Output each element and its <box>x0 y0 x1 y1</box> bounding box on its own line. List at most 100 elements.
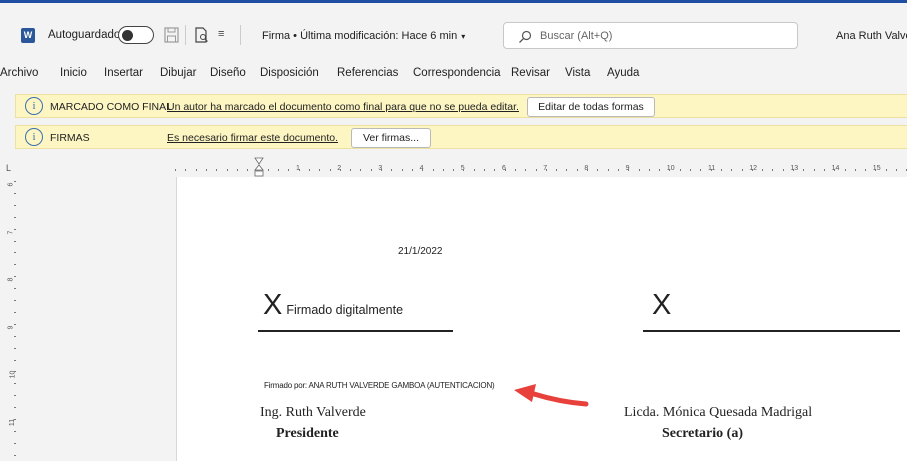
ruler-tick <box>875 169 877 171</box>
tab-insertar[interactable]: Insertar <box>104 67 143 79</box>
tab-revisar[interactable]: Revisar <box>511 67 550 79</box>
save-icon[interactable] <box>164 27 179 43</box>
ruler-tick <box>267 169 269 171</box>
ruler-number: 11 <box>708 165 716 172</box>
ruler-track: 12345678910111213141516 <box>175 160 907 172</box>
tab-dibujar[interactable]: Dibujar <box>160 67 196 79</box>
horizontal-ruler[interactable]: 12345678910111213141516 <box>175 155 907 177</box>
notice-title: FIRMAS <box>50 132 90 144</box>
customize-toolbar-icon[interactable]: ≡ <box>218 28 224 40</box>
ruler-tick <box>278 169 279 171</box>
ruler-tick <box>14 395 16 397</box>
ruler-tick <box>205 169 207 171</box>
ruler-tick <box>762 169 764 171</box>
ruler-tick <box>14 442 16 444</box>
tab-archivo[interactable]: Archivo <box>0 67 38 79</box>
tab-vista[interactable]: Vista <box>565 67 590 79</box>
ruler-tick <box>14 371 16 373</box>
ruler-tick <box>308 169 310 171</box>
final-notice-bar: i MARCADO COMO FINAL Un autor ha marcado… <box>15 94 907 118</box>
vertical-ruler[interactable]: 6 7 8 9 10 11 <box>7 177 22 461</box>
ruler-tick <box>14 430 16 432</box>
ruler-tick <box>14 181 16 182</box>
ruler-tick <box>700 169 702 171</box>
tab-diseno[interactable]: Diseño <box>210 67 246 79</box>
print-preview-icon[interactable] <box>194 27 209 43</box>
ruler-tick <box>823 169 825 171</box>
view-signatures-button[interactable]: Ver firmas... <box>351 128 431 148</box>
ruler-tick <box>14 383 16 385</box>
ruler-tick <box>14 359 16 361</box>
ruler-tick <box>865 169 867 171</box>
ruler-tick <box>535 169 537 171</box>
signature-underline <box>258 330 453 332</box>
signature-x-mark: X <box>652 289 672 321</box>
ruler-tick <box>607 169 609 171</box>
ruler-tick <box>14 204 16 206</box>
ruler-tick <box>576 169 578 171</box>
ruler-tick <box>391 169 393 171</box>
search-box[interactable]: Buscar (Alt+Q) <box>503 22 798 49</box>
tab-referencias[interactable]: Referencias <box>337 67 398 79</box>
toolbar-separator <box>240 25 241 45</box>
ruler-tick <box>350 169 352 171</box>
ruler-tick <box>720 169 722 171</box>
ruler-tick <box>226 169 228 171</box>
ruler-tick <box>690 169 691 171</box>
ruler-tick <box>885 169 887 171</box>
indent-marker-icon[interactable] <box>254 157 264 177</box>
tab-correspondencia[interactable]: Correspondencia <box>413 67 501 79</box>
ruler-tick <box>597 169 599 171</box>
ruler-tick <box>14 192 16 194</box>
ruler-tick <box>494 169 496 171</box>
ruler-tick <box>14 216 16 218</box>
title-bar: W Autoguardado ≡ Firma • Última modifica… <box>0 3 907 53</box>
signer-name-2: Licda. Mónica Quesada Madrigal <box>624 405 813 420</box>
ruler-tick <box>504 169 506 171</box>
signature-line-2[interactable]: X <box>652 289 671 322</box>
ruler-tick <box>556 169 558 171</box>
ribbon-tabs: Archivo Inicio Insertar Dibujar Diseño D… <box>0 53 907 88</box>
ruler-tick <box>14 252 16 254</box>
ruler-tick <box>14 323 16 325</box>
notice-title: MARCADO COMO FINAL <box>50 101 172 113</box>
signed-by-text: Firmado por: ANA RUTH VALVERDE GAMBOA (A… <box>264 381 495 390</box>
ruler-tick <box>432 169 434 171</box>
user-name[interactable]: Ana Ruth Valverde <box>836 30 907 42</box>
ruler-tick <box>329 169 331 171</box>
search-placeholder: Buscar (Alt+Q) <box>540 30 613 42</box>
ruler-tick <box>422 169 424 171</box>
document-title[interactable]: Firma • Última modificación: Hace 6 min ▾ <box>262 30 465 42</box>
ruler-tick <box>288 169 290 171</box>
ruler-tick <box>473 169 475 171</box>
ruler-tick <box>14 300 16 301</box>
ruler-tick <box>628 169 630 171</box>
ruler-tick <box>896 169 897 171</box>
notice-message-link[interactable]: Es necesario firmar este documento. <box>167 132 338 144</box>
tab-ayuda[interactable]: Ayuda <box>607 67 639 79</box>
ruler-tick <box>659 169 661 171</box>
ruler-tick <box>185 169 187 171</box>
ruler-tick <box>381 169 382 171</box>
ruler-tick <box>514 169 516 171</box>
search-icon <box>519 30 532 43</box>
autosave-toggle[interactable] <box>118 26 154 44</box>
toggle-knob <box>122 29 133 41</box>
ruler-number: 9 <box>7 325 15 329</box>
ruler-tick <box>731 169 733 171</box>
signature-status-text: Firmado digitalmente <box>286 303 404 317</box>
word-app-icon[interactable]: W <box>21 28 35 43</box>
signature-line-1[interactable]: X Firmado digitalmente <box>263 289 403 322</box>
tab-inicio[interactable]: Inicio <box>60 67 87 79</box>
ruler-tick <box>813 169 815 171</box>
ruler-tick <box>803 169 805 171</box>
ruler-tick <box>14 311 16 313</box>
ruler-tick <box>587 169 588 171</box>
ruler-tick <box>566 169 568 171</box>
notice-message-link[interactable]: Un autor ha marcado el documento como fi… <box>167 101 519 113</box>
tab-selector[interactable]: L <box>6 163 11 173</box>
edit-anyway-button[interactable]: Editar de todas formas <box>527 97 655 117</box>
ruler-tick <box>710 169 712 171</box>
tab-disposicion[interactable]: Disposición <box>260 67 319 79</box>
ruler-tick <box>648 169 650 171</box>
